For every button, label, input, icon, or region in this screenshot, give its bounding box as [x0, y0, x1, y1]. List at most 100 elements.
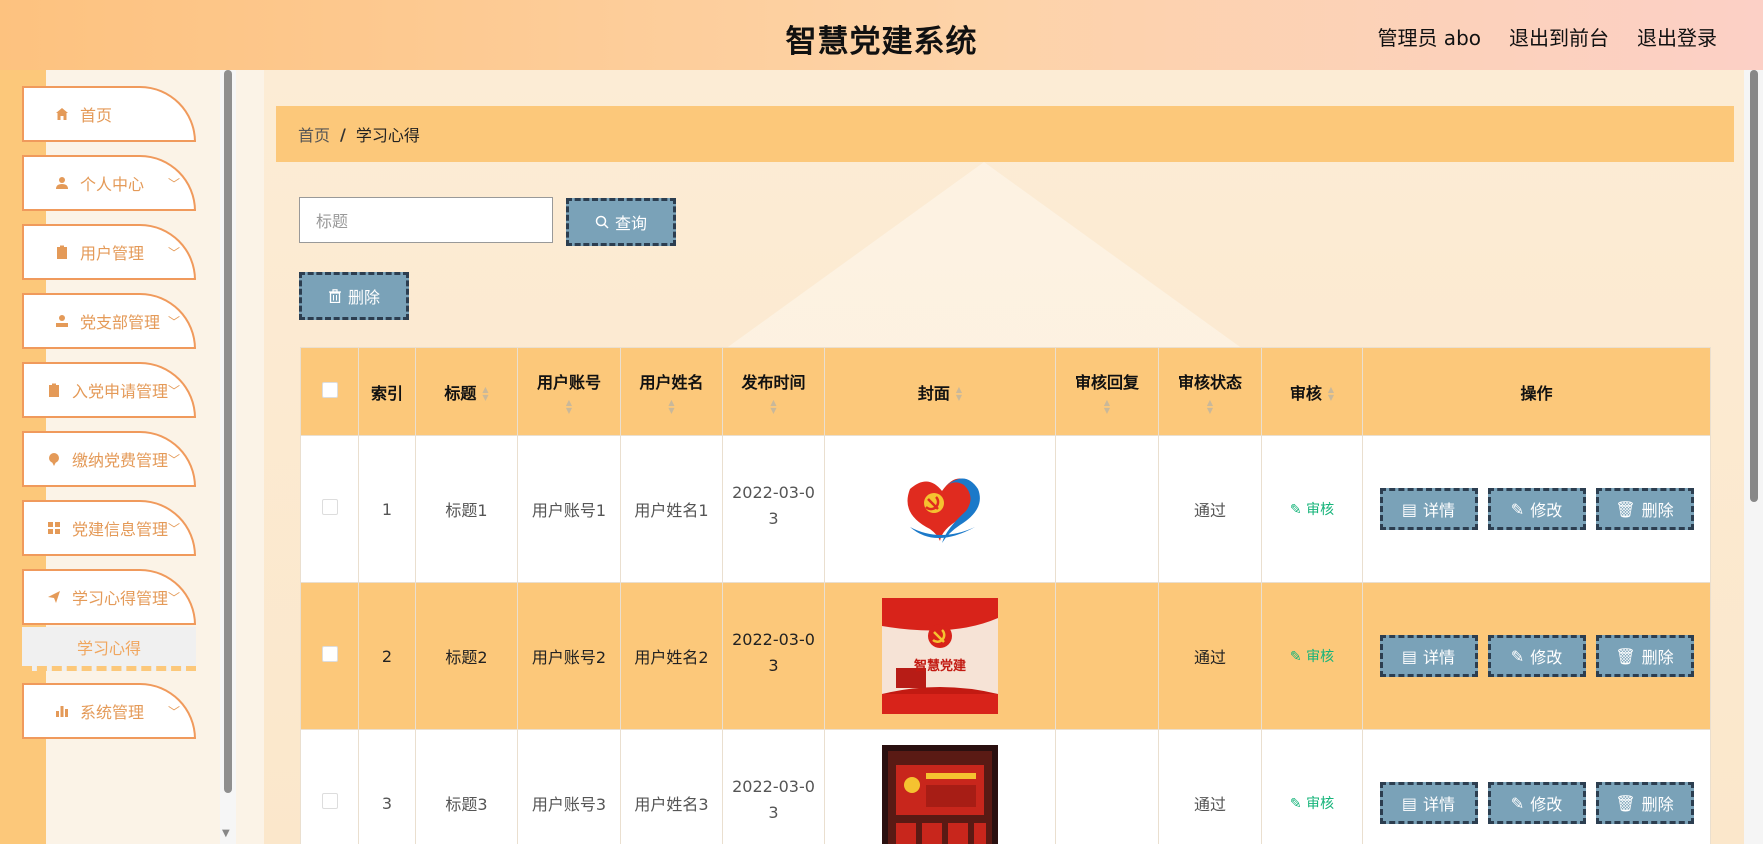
- audit-link[interactable]: ✎ 审核: [1290, 796, 1334, 812]
- column-header-account[interactable]: 用户账号 ▲ ▼: [517, 347, 621, 436]
- select-all-header: [300, 347, 359, 436]
- cell-index: 3: [358, 729, 416, 844]
- cell-reply: [1055, 729, 1159, 844]
- audit-link[interactable]: ✎ 审核: [1290, 502, 1334, 518]
- breadcrumb-separator: /: [340, 124, 346, 144]
- edit-button[interactable]: ✎ 修改: [1487, 488, 1586, 530]
- sort-icon[interactable]: ▲ ▼: [1056, 398, 1158, 415]
- column-header-reply[interactable]: 审核回复 ▲ ▼: [1055, 347, 1159, 436]
- chevron-down-icon: ﹀: [167, 453, 180, 467]
- detail-button[interactable]: ▤ 详情: [1379, 782, 1478, 824]
- cell-cover: 智慧党建: [824, 582, 1056, 730]
- exit-to-front-link[interactable]: 退出到前台: [1509, 22, 1609, 51]
- sort-icon[interactable]: ▲ ▼: [621, 398, 722, 415]
- cell-audit: ✎ 审核: [1261, 582, 1363, 730]
- sort-icon[interactable]: ▲ ▼: [482, 386, 488, 402]
- row-checkbox[interactable]: [321, 793, 338, 809]
- column-header-name[interactable]: 用户姓名 ▲ ▼: [620, 347, 723, 436]
- sidebar-scroll-down-icon[interactable]: ▼: [222, 828, 230, 839]
- title-search-input[interactable]: 标题: [299, 197, 553, 243]
- cell-date: 2022-03-0 3: [722, 729, 825, 844]
- sidebar-item-label: 入党申请管理: [72, 382, 169, 401]
- sort-icon[interactable]: ▲ ▼: [518, 398, 620, 415]
- sidebar-item-info-management[interactable]: 党建信息管理 ﹀: [22, 500, 196, 556]
- chevron-down-icon: ﹀: [167, 177, 180, 191]
- column-header-title[interactable]: 标题 ▲ ▼: [415, 347, 518, 436]
- sidebar-item-study-management[interactable]: 学习心得管理 ﹀: [22, 569, 196, 625]
- pencil-icon: ✎: [1510, 499, 1525, 519]
- sort-icon[interactable]: ▲ ▼: [723, 398, 824, 415]
- cell-account: 用户账号2: [517, 582, 621, 730]
- sidebar-item-home[interactable]: 首页: [22, 86, 196, 142]
- sidebar-item-label: 学习心得管理: [72, 589, 169, 608]
- pencil-icon: ✎: [1510, 793, 1525, 813]
- column-header-audit[interactable]: 审核 ▲ ▼: [1261, 347, 1363, 436]
- delete-button[interactable]: 🗑 删除: [1595, 635, 1694, 677]
- sidebar-item-user-management[interactable]: 用户管理 ﹀: [22, 224, 196, 280]
- cell-title: 标题2: [415, 582, 518, 730]
- edit-button[interactable]: ✎ 修改: [1487, 782, 1586, 824]
- pin-icon: [46, 451, 62, 467]
- sidebar-item-personal-center[interactable]: 个人中心 ﹀: [22, 155, 196, 211]
- sidebar-item-label: 首页: [80, 106, 113, 125]
- person-icon: [54, 313, 70, 329]
- logout-link[interactable]: 退出登录: [1637, 22, 1717, 51]
- cover-image[interactable]: [890, 469, 990, 549]
- trash-icon: [328, 289, 341, 303]
- sidebar-item-label: 缴纳党费管理: [72, 451, 169, 470]
- delete-button[interactable]: 🗑 删除: [1595, 782, 1694, 824]
- admin-user-label[interactable]: 管理员 abo: [1377, 22, 1481, 51]
- sidebar-item-label: 个人中心: [80, 175, 145, 194]
- column-header-cover[interactable]: 封面 ▲ ▼: [824, 347, 1056, 436]
- cover-caption: 智慧党建: [914, 658, 966, 674]
- sort-icon[interactable]: ▲ ▼: [956, 386, 962, 402]
- column-header-status[interactable]: 审核状态 ▲ ▼: [1158, 347, 1262, 436]
- sidebar-item-application-management[interactable]: 入党申请管理 ﹀: [22, 362, 196, 418]
- cover-image[interactable]: [882, 745, 998, 844]
- batch-delete-button[interactable]: 删除: [299, 272, 409, 320]
- cell-date: 2022-03-0 3: [722, 435, 825, 583]
- document-icon: ▤: [1401, 646, 1418, 666]
- chevron-down-icon: ﹀: [167, 384, 180, 398]
- detail-button[interactable]: ▤ 详情: [1379, 635, 1478, 677]
- cell-cover: [824, 729, 1056, 844]
- sort-icon[interactable]: ▲ ▼: [1159, 398, 1261, 415]
- edit-button[interactable]: ✎ 修改: [1487, 635, 1586, 677]
- detail-button[interactable]: ▤ 详情: [1379, 488, 1478, 530]
- delete-button-label: 删除: [347, 288, 380, 307]
- sidebar-item-branch-management[interactable]: 党支部管理 ﹀: [22, 293, 196, 349]
- main-scrollbar-thumb[interactable]: [1750, 70, 1758, 502]
- row-checkbox[interactable]: [321, 646, 338, 662]
- header-links: 管理员 abo 退出到前台 退出登录: [1377, 22, 1717, 51]
- home-icon: [54, 106, 70, 122]
- sidebar-item-label: 用户管理: [80, 244, 145, 263]
- sidebar-scrollbar-thumb[interactable]: [224, 70, 232, 793]
- cell-index: 1: [358, 435, 416, 583]
- trash-icon: 🗑: [1615, 499, 1636, 519]
- trash-icon: 🗑: [1615, 646, 1636, 666]
- sidebar-item-system-management[interactable]: 系统管理 ﹀: [22, 683, 196, 739]
- cell-actions: ▤ 详情 ✎ 修改 🗑 删除: [1362, 582, 1711, 730]
- clipboard-icon: [46, 382, 62, 398]
- column-header-date[interactable]: 发布时间 ▲ ▼: [722, 347, 825, 436]
- sidebar-item-dues-management[interactable]: 缴纳党费管理 ﹀: [22, 431, 196, 487]
- audit-link[interactable]: ✎ 审核: [1290, 649, 1334, 665]
- cell-status: 通过: [1158, 582, 1262, 730]
- cell-cover: [824, 435, 1056, 583]
- chevron-down-icon: ﹀: [167, 522, 180, 536]
- cell-date: 2022-03-0 3: [722, 582, 825, 730]
- row-checkbox[interactable]: [321, 499, 338, 515]
- cell-reply: [1055, 582, 1159, 730]
- breadcrumb-home-link[interactable]: 首页: [298, 122, 330, 146]
- delete-button[interactable]: 🗑 删除: [1595, 488, 1694, 530]
- select-all-checkbox[interactable]: [321, 381, 338, 398]
- cell-account: 用户账号1: [517, 435, 621, 583]
- send-icon: [46, 589, 62, 605]
- search-button[interactable]: 查询: [566, 198, 676, 246]
- cover-image[interactable]: 智慧党建: [882, 598, 998, 714]
- sidebar-subitem-study-notes[interactable]: 学习心得: [22, 627, 196, 671]
- cell-actions: ▤ 详情 ✎ 修改 🗑 删除: [1362, 435, 1711, 583]
- sort-icon[interactable]: ▲ ▼: [1328, 386, 1334, 402]
- main-content: 首页 / 学习心得 标题 查询 删除 索引 标题 ▲ ▼ 用户账号 ▲ ▼ 用户姓名 ▲ ▼…: [264, 70, 1744, 844]
- search-button-label: 查询: [614, 214, 647, 233]
